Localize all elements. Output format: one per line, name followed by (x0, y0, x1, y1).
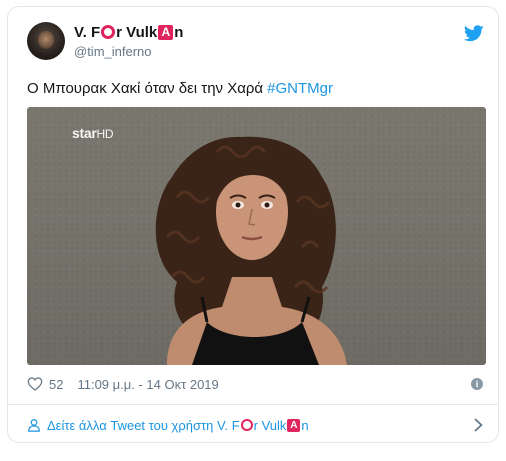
display-name-part2: r Vulk (116, 23, 158, 41)
red-circle-emoji-icon (240, 419, 253, 431)
person-icon (28, 418, 40, 432)
info-icon[interactable]: i (471, 378, 483, 390)
user-handle[interactable]: @tim_inferno (74, 44, 183, 59)
more-tweets-link[interactable]: Δείτε άλλα Tweet του χρήστη V. F r Vulk … (27, 415, 309, 435)
avatar[interactable] (27, 22, 65, 60)
tweet-header: V. F r Vulk A n @tim_inferno (8, 7, 498, 71)
more-link-end: n (301, 417, 309, 433)
watermark-hd: HD (96, 127, 114, 141)
tweet-timestamp[interactable]: 11:09 μ.μ. - 14 Οκτ 2019 (77, 377, 218, 392)
more-link-mid: r Vulk (253, 417, 287, 433)
tweet-stats: 52 11:09 μ.μ. - 14 Οκτ 2019 (27, 375, 219, 393)
display-name[interactable]: V. F r Vulk A n (74, 23, 183, 41)
like-count[interactable]: 52 (49, 377, 63, 392)
twitter-bird-icon[interactable] (464, 25, 484, 42)
display-name-part3: n (174, 23, 184, 41)
tweet-media[interactable]: starHD (27, 107, 486, 365)
watermark-star: star (72, 125, 97, 141)
a-button-emoji-icon: A (158, 24, 174, 40)
tweet-body: Ο Μπουρακ Χακί όταν δει την Χαρά (27, 80, 264, 97)
hashtag-link[interactable]: #GNTMgr (267, 80, 333, 97)
chevron-right-icon[interactable] (474, 418, 483, 432)
a-button-emoji-icon: A (287, 418, 301, 432)
user-block[interactable]: V. F r Vulk A n @tim_inferno (74, 23, 183, 60)
divider (8, 404, 498, 405)
tweet-card[interactable]: V. F r Vulk A n @tim_inferno Ο Μπουρακ Χ… (7, 6, 499, 443)
heart-icon[interactable] (27, 377, 43, 391)
channel-watermark: starHD (72, 125, 114, 141)
woman-photo (155, 136, 347, 365)
more-link-prefix: Δείτε άλλα Tweet του χρήστη V. F (47, 417, 240, 433)
display-name-part1: V. F (74, 23, 101, 41)
tweet-text: Ο Μπουρακ Χακί όταν δει την Χαρά #GNTMgr (27, 80, 333, 97)
red-circle-emoji-icon (101, 25, 116, 39)
